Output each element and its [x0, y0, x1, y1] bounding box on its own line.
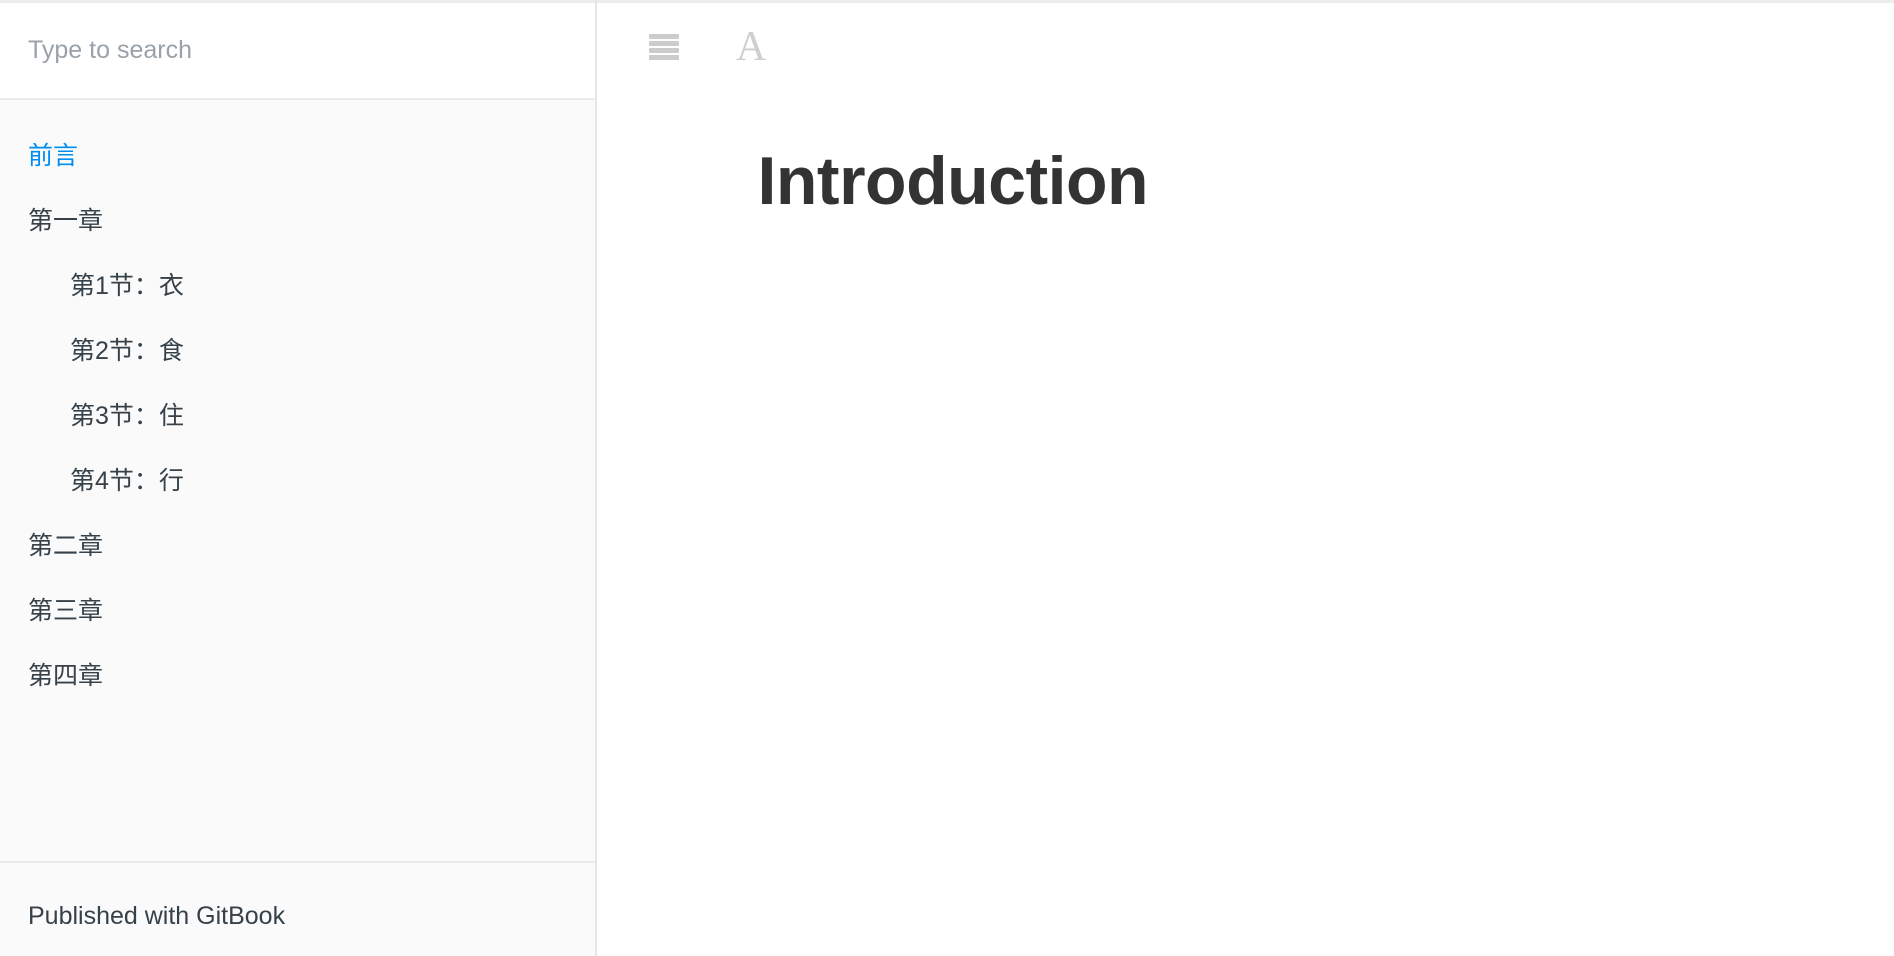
sidebar-nav-item[interactable]: 第4节：行 — [0, 449, 595, 514]
sidebar-nav-item[interactable]: 第二章 — [0, 514, 595, 579]
sidebar-nav-item[interactable]: 第3节：住 — [0, 384, 595, 449]
sidebar-nav-item[interactable]: 前言 — [0, 124, 595, 189]
page-body: Introduction — [597, 91, 1894, 956]
search-input[interactable] — [0, 36, 595, 65]
sidebar-nav-item[interactable]: 第一章 — [0, 189, 595, 254]
font-size-icon: A — [736, 24, 767, 70]
sidebar-footer: Published with GitBook — [0, 861, 595, 956]
published-with-gitbook-link[interactable]: Published with GitBook — [28, 902, 285, 930]
page-inner: Introduction — [758, 91, 1510, 223]
sidebar-nav-item[interactable]: 第1节：衣 — [0, 254, 595, 319]
toggle-sidebar-button[interactable] — [649, 34, 679, 60]
sidebar-nav-item[interactable]: 第三章 — [0, 579, 595, 644]
gitbook-app: 前言第一章第1节：衣第2节：食第3节：住第4节：行第二章第三章第四章 Publi… — [0, 0, 1894, 956]
sidebar: 前言第一章第1节：衣第2节：食第3节：住第4节：行第二章第三章第四章 Publi… — [0, 0, 597, 956]
page-title: Introduction — [757, 143, 1149, 219]
content-toolbar: A — [597, 3, 1894, 91]
sidebar-nav-item[interactable]: 第四章 — [0, 644, 595, 709]
hamburger-menu-icon — [649, 34, 679, 60]
sidebar-search-area — [0, 0, 595, 100]
font-settings-button[interactable]: A — [736, 26, 766, 68]
main-content: A Introduction — [597, 0, 1894, 956]
sidebar-nav-item[interactable]: 第2节：食 — [0, 319, 595, 384]
sidebar-nav-list: 前言 第一章 第1节：衣 第2节：食 第3节：住 第4节：行 第二章 第三章 第四章 — [0, 100, 595, 861]
